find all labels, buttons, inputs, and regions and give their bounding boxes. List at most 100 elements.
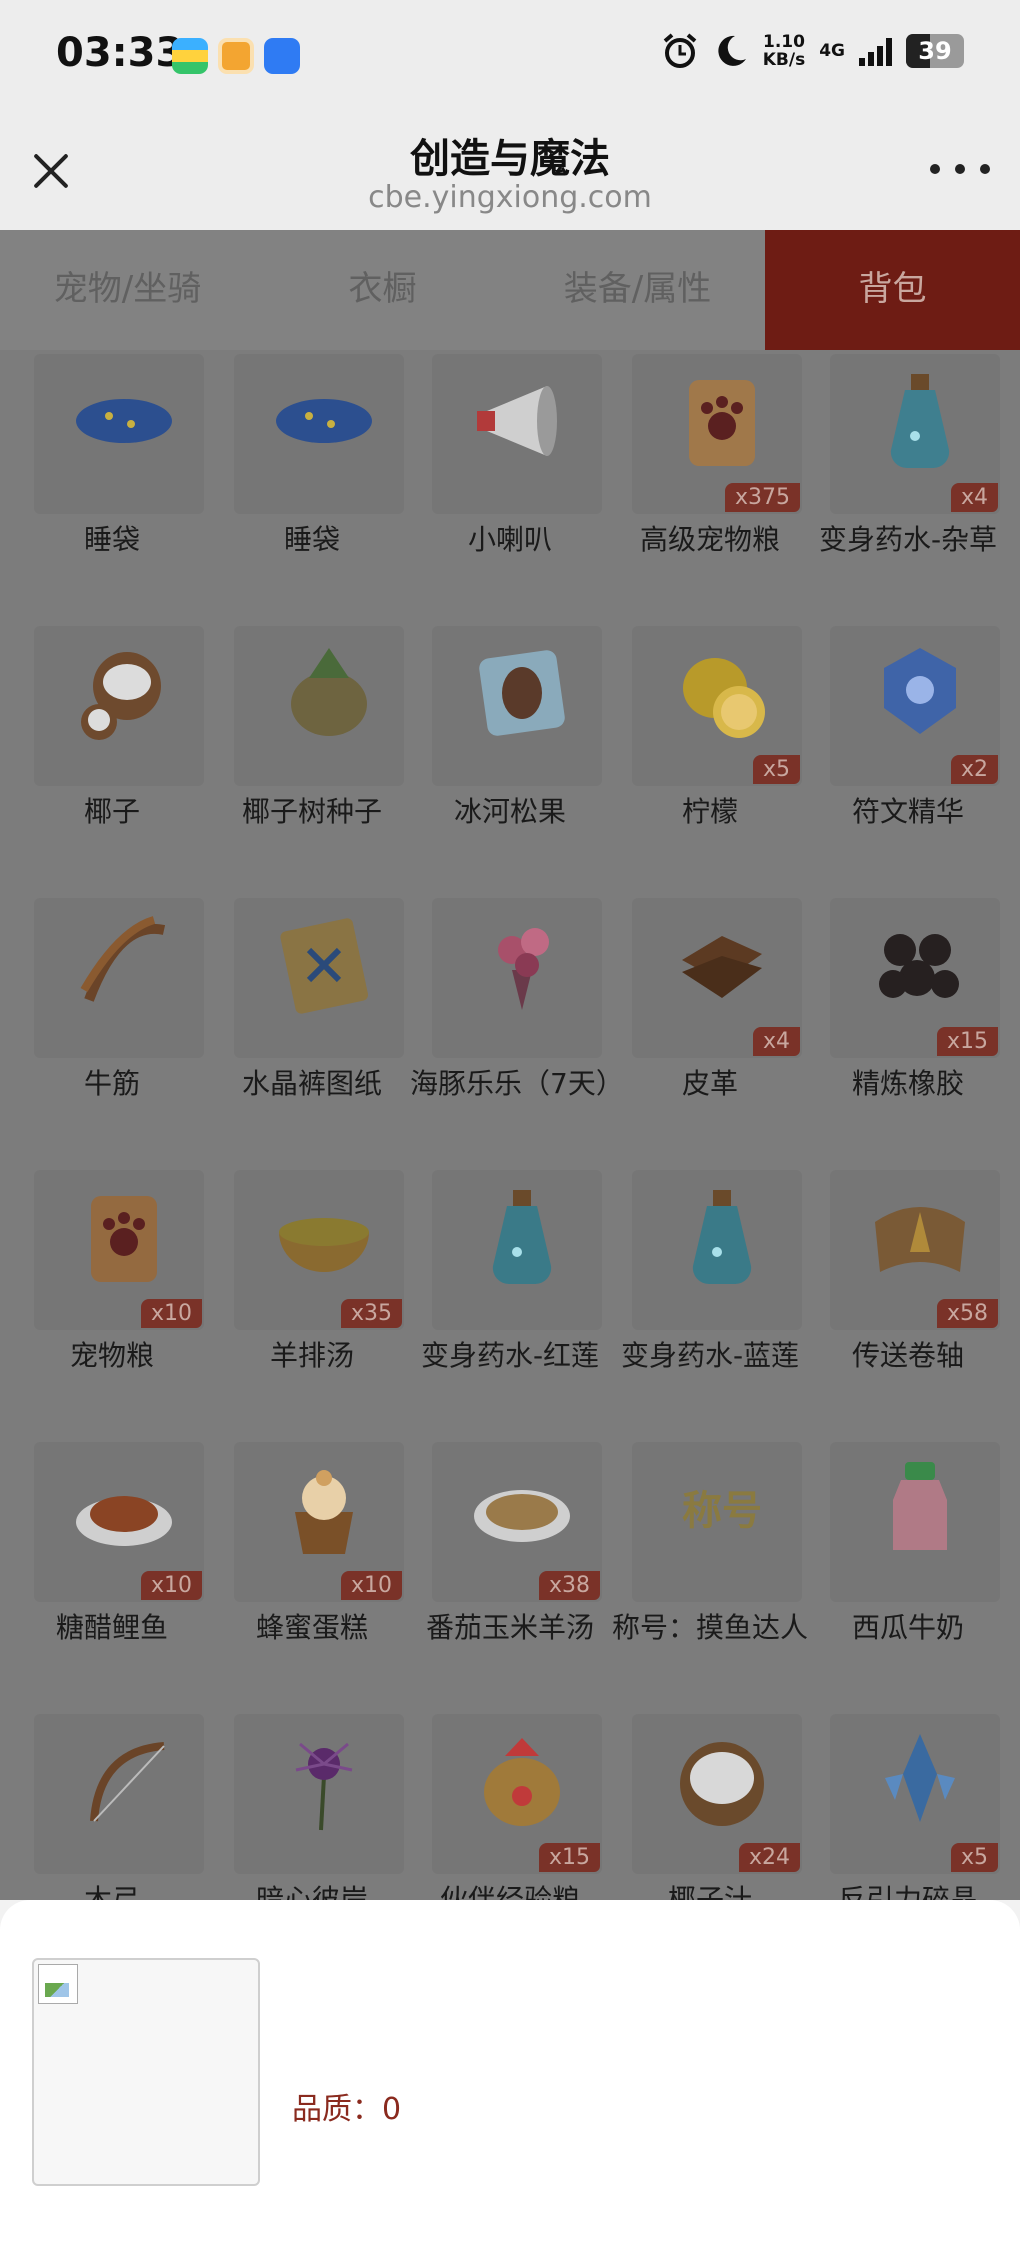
item-name: 皮革	[681, 1067, 738, 1100]
inventory-row: 椰子 椰子树种子 冰河松果 x5 柠檬 x2 符文精华	[0, 622, 1020, 894]
item-name: 椰子汁	[667, 1883, 752, 1900]
item-name: 木弓	[83, 1883, 140, 1900]
item-tile[interactable]	[34, 354, 204, 514]
item-quantity-badge: x375	[724, 483, 800, 512]
item-quantity-badge: x38	[538, 1571, 600, 1600]
item-name: 小喇叭	[467, 523, 552, 556]
item-quantity-badge: x2	[950, 755, 998, 784]
item-tile[interactable]	[432, 354, 602, 514]
item-tile[interactable]	[34, 1714, 204, 1874]
tab-3[interactable]: 背包	[765, 230, 1020, 350]
app-notification-icon	[218, 38, 254, 74]
item-quantity-badge: x58	[936, 1299, 998, 1328]
item-quantity-badge: x15	[936, 1027, 998, 1056]
item-name: 番茄玉米羊汤	[425, 1611, 594, 1644]
item-tile[interactable]	[432, 626, 602, 786]
item-name: 变身药水-蓝莲	[620, 1339, 800, 1372]
title-bar: 创造与魔法 cbe.yingxiong.com	[0, 112, 1020, 230]
item-name: 伙伴经验粮	[439, 1883, 580, 1900]
app-notification-icon	[172, 38, 208, 74]
item-name: 宠物粮	[69, 1339, 154, 1372]
page-url: cbe.yingxiong.com	[368, 180, 652, 215]
inventory-row: 木弓 暗心彼岸 x15 伙伴经验粮 x24 椰子汁 x5 反引力碎晶	[0, 1710, 1020, 1900]
item-name: 水晶裤图纸	[241, 1067, 382, 1100]
item-tile[interactable]	[234, 898, 404, 1058]
inventory-row: 睡袋 睡袋 小喇叭 x375 高级宠物粮 x4 变身药水-杂草	[0, 350, 1020, 622]
page-content: 宠物/坐骑 衣橱 装备/属性 背包 睡袋 睡袋 小喇叭 x375 高级宠物粮 x4 变身药水-杂草…	[0, 230, 1020, 1900]
alarm-icon	[663, 33, 697, 68]
item-name: 暗心彼岸	[255, 1883, 368, 1900]
inventory-row: x10 糖醋鲤鱼 x10 蜂蜜蛋糕 x38 番茄玉米羊汤 称号称号：摸鱼达人 西瓜牛奶	[0, 1438, 1020, 1710]
item-name: 冰河松果	[453, 795, 566, 828]
inventory-row: x10 宠物粮 x35 羊排汤 变身药水-红莲 变身药水-蓝莲 x58 传送卷轴	[0, 1166, 1020, 1438]
item-name: 传送卷轴	[851, 1339, 964, 1372]
item-image	[32, 1958, 260, 2186]
item-name: 变身药水-杂草	[818, 523, 998, 556]
item-tile[interactable]: x15	[830, 898, 1000, 1058]
item-name: 糖醋鲤鱼	[55, 1611, 168, 1644]
item-tile[interactable]: x10	[34, 1170, 204, 1330]
item-name: 睡袋	[83, 523, 140, 556]
item-tile[interactable]: x4	[830, 354, 1000, 514]
svg-text:称号: 称号	[682, 1488, 762, 1534]
item-tile[interactable]: x5	[830, 1714, 1000, 1874]
tab-0[interactable]: 宠物/坐骑	[0, 230, 255, 350]
item-tile[interactable]: x35	[234, 1170, 404, 1330]
notification-icons	[172, 38, 300, 74]
hotspot-icon	[264, 38, 300, 74]
item-quality: 品质：0	[292, 2092, 402, 2127]
system-indicators: 1.10 KB/s 4G 39	[661, 32, 964, 70]
item-name: 称号：摸鱼达人	[611, 1611, 808, 1644]
tab-2[interactable]: 装备/属性	[510, 230, 765, 350]
item-tile[interactable]: x38	[432, 1442, 602, 1602]
item-quantity-badge: x10	[140, 1299, 202, 1328]
tab-1[interactable]: 衣橱	[255, 230, 510, 350]
signal-icon	[859, 36, 892, 66]
item-tile[interactable]	[234, 626, 404, 786]
item-name: 柠檬	[681, 795, 738, 828]
item-tile[interactable]: x375	[632, 354, 802, 514]
item-tile[interactable]: x10	[234, 1442, 404, 1602]
broken-image-icon	[38, 1964, 78, 2004]
inventory-grid: 睡袋 睡袋 小喇叭 x375 高级宠物粮 x4 变身药水-杂草 椰子 椰子树种子 冰河松果 x5 柠檬…	[0, 350, 1020, 1900]
item-tile[interactable]: x5	[632, 626, 802, 786]
item-tile[interactable]	[234, 1714, 404, 1874]
item-tile[interactable]	[632, 1170, 802, 1330]
item-name: 精炼橡胶	[851, 1067, 964, 1100]
item-name: 海豚乐乐（7天）	[410, 1067, 624, 1100]
item-name: 西瓜牛奶	[851, 1611, 964, 1644]
item-tile[interactable]: x2	[830, 626, 1000, 786]
item-tile[interactable]: x58	[830, 1170, 1000, 1330]
item-tile[interactable]	[234, 354, 404, 514]
item-tile[interactable]	[34, 626, 204, 786]
page-title: 创造与魔法	[410, 136, 610, 182]
item-quantity-badge: x35	[340, 1299, 402, 1328]
item-quantity-badge: x10	[340, 1571, 402, 1600]
item-name: 蜂蜜蛋糕	[255, 1611, 368, 1644]
item-tile[interactable]: x4	[632, 898, 802, 1058]
status-time: 03:33	[56, 30, 184, 76]
item-tile[interactable]	[432, 1170, 602, 1330]
item-name: 椰子树种子	[241, 795, 382, 828]
status-bar: 03:33 1.10 KB/s 4G 39	[0, 0, 1020, 112]
item-quantity-badge: x15	[538, 1843, 600, 1872]
tab-bar: 宠物/坐骑 衣橱 装备/属性 背包	[0, 230, 1020, 350]
item-name: 高级宠物粮	[639, 523, 780, 556]
item-tile[interactable]: x15	[432, 1714, 602, 1874]
item-quantity-badge: x24	[738, 1843, 800, 1872]
item-tile[interactable]	[432, 898, 602, 1058]
item-tile[interactable]	[34, 898, 204, 1058]
item-name: 变身药水-红莲	[420, 1339, 600, 1372]
more-options-icon[interactable]	[930, 164, 990, 178]
item-quantity-badge: x5	[950, 1843, 998, 1872]
item-tile[interactable]: x10	[34, 1442, 204, 1602]
item-tile[interactable]: x24	[632, 1714, 802, 1874]
item-tile[interactable]: 称号	[632, 1442, 802, 1602]
item-tile[interactable]	[830, 1442, 1000, 1602]
item-detail-sheet: 品质：0	[0, 1900, 1020, 2244]
inventory-row: 牛筋 水晶裤图纸 海豚乐乐（7天） x4 皮革 x15 精炼橡胶	[0, 894, 1020, 1166]
network-speed: 1.10 KB/s	[762, 32, 806, 70]
item-quantity-badge: x4	[950, 483, 998, 512]
do-not-disturb-moon-icon	[718, 35, 746, 66]
battery-icon: 39	[906, 34, 964, 68]
